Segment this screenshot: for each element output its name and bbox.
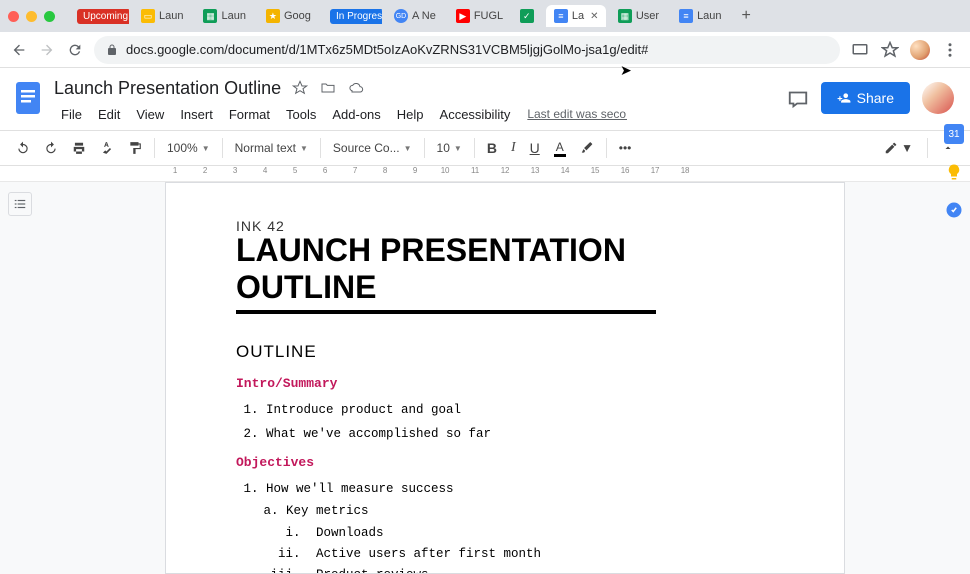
url-text: docs.google.com/document/d/1MTx6z5MDt5oI… [126, 42, 648, 57]
account-avatar[interactable] [922, 82, 954, 114]
menu-addons[interactable]: Add-ons [325, 105, 387, 124]
new-tab-button[interactable]: + [734, 7, 759, 25]
menu-tools[interactable]: Tools [279, 105, 323, 124]
spellcheck-button[interactable] [94, 137, 120, 159]
chrome-menu-button[interactable] [940, 40, 960, 60]
star-document-icon[interactable] [291, 79, 309, 97]
window-zoom-button[interactable] [44, 11, 55, 22]
browser-tab-strip: Upcoming ▭Laun ▦Laun ★Goog In Progress G… [0, 0, 970, 32]
keep-addon-icon[interactable] [944, 162, 964, 182]
font-family-select[interactable]: Source Co...▼ [327, 137, 418, 159]
browser-tab-laun2[interactable]: ≡Laun [671, 5, 729, 27]
browser-tab-inprogress[interactable]: In Progress [322, 5, 382, 28]
document-canvas: INK 42 LAUNCH PRESENTATION OUTLINE OUTLI… [0, 182, 970, 574]
outline-heading: OUTLINE [236, 342, 774, 362]
lock-icon [106, 44, 118, 56]
list-item: Introduce product and goal [266, 399, 774, 423]
document-page[interactable]: INK 42 LAUNCH PRESENTATION OUTLINE OUTLI… [165, 182, 845, 574]
intro-list: Introduce product and goal What we've ac… [266, 399, 774, 447]
paragraph-style-select[interactable]: Normal text▼ [229, 137, 314, 159]
back-button[interactable] [10, 41, 28, 59]
objectives-sublist: Key metrics [286, 501, 774, 522]
section-heading-intro: Intro/Summary [236, 376, 774, 391]
undo-button[interactable] [10, 137, 36, 159]
address-bar[interactable]: docs.google.com/document/d/1MTx6z5MDt5oI… [94, 36, 840, 64]
docs-logo[interactable] [10, 80, 46, 116]
browser-tab-upcoming[interactable]: Upcoming [69, 5, 129, 28]
list-item: Downloads [308, 523, 774, 544]
window-controls [8, 11, 55, 22]
browser-tab-youtube[interactable]: ▶FUGL [448, 5, 508, 27]
browser-tab-google[interactable]: ★Goog [258, 5, 318, 27]
menu-help[interactable]: Help [390, 105, 431, 124]
doc-main-title: LAUNCH PRESENTATION OUTLINE [236, 232, 774, 306]
browser-tab-check[interactable]: ✓ [512, 5, 542, 27]
browser-tab-active-doc[interactable]: ≡La✕ [546, 5, 606, 27]
menu-bar: File Edit View Insert Format Tools Add-o… [54, 102, 787, 126]
last-edit-link[interactable]: Last edit was seco… [527, 107, 627, 121]
browser-toolbar: docs.google.com/document/d/1MTx6z5MDt5oI… [0, 32, 970, 68]
menu-insert[interactable]: Insert [173, 105, 220, 124]
menu-edit[interactable]: Edit [91, 105, 127, 124]
tasks-addon-icon[interactable] [944, 200, 964, 220]
list-item: Product reviews [308, 565, 774, 574]
browser-tab-ane[interactable]: GDA Ne [386, 5, 444, 27]
docs-header: Launch Presentation Outline File Edit Vi… [0, 68, 970, 126]
text-color-button[interactable]: A [548, 136, 572, 161]
italic-button[interactable]: I [505, 136, 522, 160]
reload-button[interactable] [66, 41, 84, 59]
bookmark-star-icon[interactable] [880, 40, 900, 60]
objectives-list: How we'll measure success [266, 478, 774, 502]
browser-tab-user[interactable]: ▦User [610, 5, 667, 27]
menu-file[interactable]: File [54, 105, 89, 124]
present-icon[interactable] [850, 40, 870, 60]
horizontal-ruler[interactable]: 123456789101112131415161718 [0, 166, 970, 182]
paint-format-button[interactable] [122, 137, 148, 159]
redo-button[interactable] [38, 137, 64, 159]
list-item: Key metrics [286, 501, 774, 522]
forward-button[interactable] [38, 41, 56, 59]
window-close-button[interactable] [8, 11, 19, 22]
formatting-toolbar: 100%▼ Normal text▼ Source Co...▼ 10▼ B I… [0, 130, 970, 166]
underline-button[interactable]: U [524, 136, 546, 160]
comments-button[interactable] [787, 87, 809, 109]
list-item: How we'll measure success [266, 478, 774, 502]
browser-tab-sheets[interactable]: ▦Laun [195, 5, 253, 27]
browser-tab-slides[interactable]: ▭Laun [133, 5, 191, 27]
title-divider [236, 310, 656, 314]
share-button[interactable]: Share [821, 82, 910, 114]
person-add-icon [837, 91, 851, 105]
font-size-select[interactable]: 10▼ [431, 137, 468, 159]
menu-view[interactable]: View [129, 105, 171, 124]
bold-button[interactable]: B [481, 136, 503, 160]
section-heading-objectives: Objectives [236, 455, 774, 470]
tab-close-icon[interactable]: ✕ [590, 11, 598, 22]
document-title[interactable]: Launch Presentation Outline [54, 78, 281, 99]
menu-accessibility[interactable]: Accessibility [433, 105, 518, 124]
move-document-icon[interactable] [319, 79, 337, 97]
profile-avatar[interactable] [910, 40, 930, 60]
metrics-list: Downloads Active users after first month… [308, 523, 774, 574]
zoom-select[interactable]: 100%▼ [161, 137, 216, 159]
calendar-addon-icon[interactable]: 31 [944, 124, 964, 144]
menu-format[interactable]: Format [222, 105, 277, 124]
outline-toggle-button[interactable] [8, 192, 32, 216]
editing-mode-button[interactable]: ▼ [878, 137, 919, 159]
window-minimize-button[interactable] [26, 11, 37, 22]
list-item: Active users after first month [308, 544, 774, 565]
cloud-status-icon[interactable] [347, 79, 365, 97]
list-item: What we've accomplished so far [266, 423, 774, 447]
side-panel: 31 [944, 124, 964, 220]
more-button[interactable]: ••• [613, 137, 638, 159]
highlight-button[interactable] [574, 137, 600, 159]
print-button[interactable] [66, 137, 92, 159]
